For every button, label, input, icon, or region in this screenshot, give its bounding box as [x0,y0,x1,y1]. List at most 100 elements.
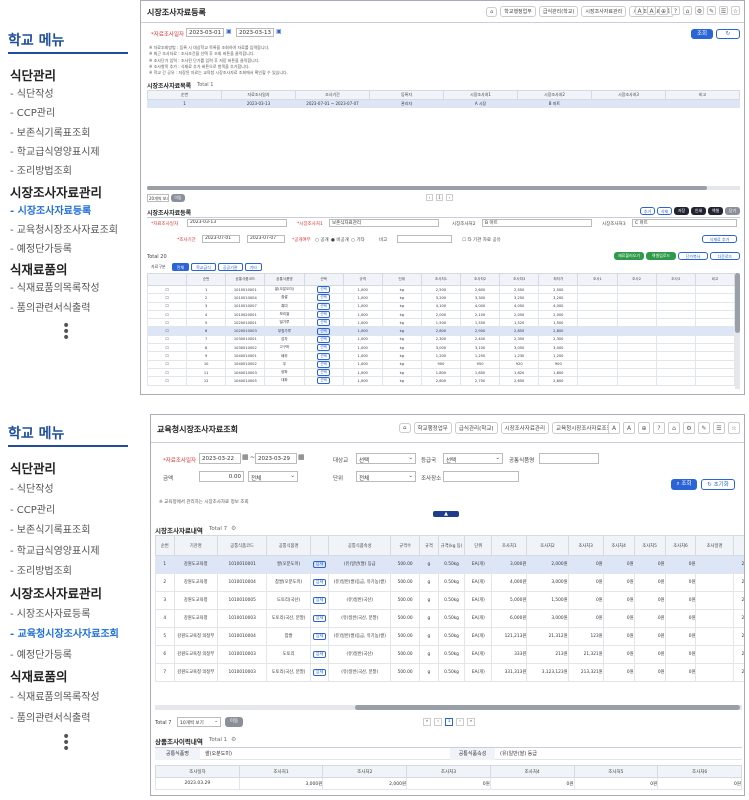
toolbar-icon[interactable]: ⚙ [683,422,695,434]
breadcrumb-item[interactable]: 급식관리(학교) [538,6,579,17]
place1-input[interactable]: 보존식자료관리 [329,219,439,227]
table-row[interactable]: ☐ 12 1040010005 대파 선택 1,000 kg 2,600 2,700 2,650 2… [146,376,736,386]
select-button[interactable]: 선택 [317,369,330,376]
column-header[interactable]: 조사처2 [459,273,501,286]
page-size-select[interactable]: 10개씩 보기 ⌄ [177,717,221,727]
column-header[interactable]: 기관명 [173,535,218,556]
register-action-button[interactable]: 저장 [674,207,689,215]
column-header[interactable]: 조사처4 [602,535,635,556]
table-row[interactable]: ☐ 3 1010010007 흑미 선택 1,000 kg 4,100 4,000 4,050 4,… [146,301,736,311]
row-checkbox[interactable]: ☐ [165,321,168,325]
table-row[interactable]: ☐ 4 1010020001 보리쌀 선택 1,000 kg 2,000 2,100 2,050 2… [146,309,736,320]
select-button[interactable]: 선택 [317,286,330,293]
select-button[interactable]: 선택 [317,319,330,326]
sidebar-item[interactable]: - 학교급식영양표시제 [10,143,100,158]
price-cond-select[interactable]: 전체 ⌄ [248,471,298,482]
toolbar-icon[interactable]: A [647,6,656,15]
row-checkbox[interactable]: ☐ [165,304,168,308]
column-header[interactable]: 최저가 [538,273,579,286]
toolbar-icon[interactable]: A [608,422,620,434]
inst-select[interactable]: 선택 ⌄ [443,453,503,464]
column-header[interactable]: 조사2 [616,273,657,286]
column-header[interactable]: 규격 [419,535,439,556]
table-row[interactable]: ☐ 10 1040010002 무 선택 1,000 kg 900 950 920 900 [146,359,736,369]
gear-icon[interactable]: ⚙ [231,525,236,532]
select-button[interactable]: 선택 [317,336,330,343]
search-button[interactable]: ⌕ 조회 [671,479,697,490]
column-header[interactable]: 순번 [147,90,222,100]
select-button[interactable]: 선택 [317,303,330,310]
public-radio-3[interactable]: ○ 기타 [351,237,365,243]
public-radio-1[interactable]: ○ 공개 [315,237,329,243]
table-row[interactable]: ☐ 8 1030010002 고구마 선택 1,000 kg 3,000 3,100 3,050 3… [146,343,736,353]
column-header[interactable]: 조사처5 [573,765,659,778]
page-number[interactable]: 1 [445,718,453,726]
column-header[interactable]: 자료조사일자 [221,90,296,100]
sidebar-item[interactable]: - 식단작성 [10,85,54,100]
grid-tab[interactable]: 기타 [244,263,262,271]
last-page-button[interactable]: » [467,718,475,726]
grid-tab[interactable]: 자료구분 [147,263,170,271]
grid-tab[interactable]: 전체 [171,263,190,271]
prev-page-button[interactable]: ‹ [434,718,442,726]
grid-action-button[interactable]: 단가복사 [678,252,708,260]
sidebar-item[interactable]: - 예정단가등록 [10,646,72,661]
row-checkbox[interactable]: ☐ [165,313,168,317]
detail-button[interactable]: 상세 [312,668,327,677]
column-header[interactable]: 조사처1 [420,273,462,286]
next-page-button[interactable]: › [446,194,453,201]
price-input[interactable]: 0.00 [199,471,244,482]
breadcrumb-item[interactable]: 학교행정업무 [500,6,536,17]
sidebar-item[interactable]: - 식재료품의목록작성 [10,688,100,703]
sidebar-group[interactable]: 식재료품의 [10,666,68,685]
grid-tab[interactable]: 학교급식 [191,263,216,271]
reg-period-to[interactable]: 2023-07-07 [247,235,285,243]
column-header[interactable]: 조사처5 [633,535,666,556]
sidebar-group[interactable]: 식단관리 [10,458,56,477]
register-action-button[interactable]: 인쇄 [691,207,706,215]
horizontal-scrollbar[interactable] [155,705,742,710]
column-header[interactable]: 비고 [694,273,736,286]
page-go-button[interactable]: 이동 [171,194,185,202]
toolbar-icon[interactable]: ⊕ [659,6,668,15]
column-header[interactable]: 순번 [186,273,227,286]
column-header[interactable]: 규격(kg 등) [437,535,466,556]
column-header[interactable]: 단위 [464,535,493,556]
reset-button[interactable]: ↻ [716,29,740,39]
place3-input[interactable]: C 마트 [632,219,737,227]
table-row[interactable]: 4 강원도교육청 1010010003 도토리(국산, 분말) 상세 (유)일반(국산, … [155,609,744,628]
next-page-button[interactable]: › [456,718,464,726]
toolbar-icon[interactable]: ⊕ [638,422,650,434]
row-checkbox[interactable]: ☐ [165,288,168,292]
column-header[interactable]: 공통식품명 [266,535,311,556]
column-header[interactable]: 조사처6 [657,765,742,778]
breadcrumb-item[interactable]: 학교행정업무 [413,422,452,434]
column-header[interactable]: 시장조사처3 [591,90,666,100]
page-size-select[interactable]: 20개씩 보기 [147,194,169,202]
table-row[interactable]: 6 강원도교육청 의정부 1010010003 도토리 상세 (유)일반(국산) 500.0… [155,645,744,664]
toolbar-icon[interactable]: A [635,6,644,15]
table-row[interactable]: 1 강원도교육청 1010010001 쌀(오분도미) 상세 (유)일반(쌀) 등급 500… [155,555,744,574]
place-input[interactable] [443,471,519,482]
toolbar-icon[interactable]: ☰ [713,422,725,434]
reg-period-from[interactable]: 2023-07-01 [202,235,240,243]
sidebar-item[interactable]: - 조리방법조회 [10,562,72,577]
table-row[interactable]: 1 2023-03-13 2023-07-01 ~ 2023-07-07 관리자 A 시… [147,99,740,108]
register-action-button[interactable]: 닫기 [725,207,740,215]
table-row[interactable]: ☐ 5 1020010001 밀가루 선택 1,000 kg 1,500 1,550 1,520 1… [146,318,736,328]
column-header[interactable]: 규격 [342,273,383,286]
row-checkbox[interactable]: ☐ [165,362,168,366]
toolbar-icon[interactable]: ⚙ [695,6,704,15]
unit-select[interactable]: 전체 ⌄ [356,471,416,482]
toolbar-icon[interactable]: ? [671,6,680,15]
column-header[interactable] [309,535,330,556]
remark-input[interactable] [397,235,452,243]
collapse-toggle[interactable]: ▲ [433,511,459,517]
share-checkbox[interactable]: ☐ 타 기관 자료 공유 [462,237,501,243]
public-radio-2[interactable]: ● 비공개 [331,237,349,243]
column-header[interactable]: 공통식품명 [264,273,305,286]
sidebar-group[interactable]: 시장조사자료관리 [10,583,102,602]
table-row[interactable]: ☐ 2 1010010004 찹쌀 선택 1,000 kg 3,200 3,300 3,250 3,… [146,293,736,303]
horizontal-scrollbar[interactable] [147,186,740,190]
column-header[interactable]: 선택 [303,273,344,286]
